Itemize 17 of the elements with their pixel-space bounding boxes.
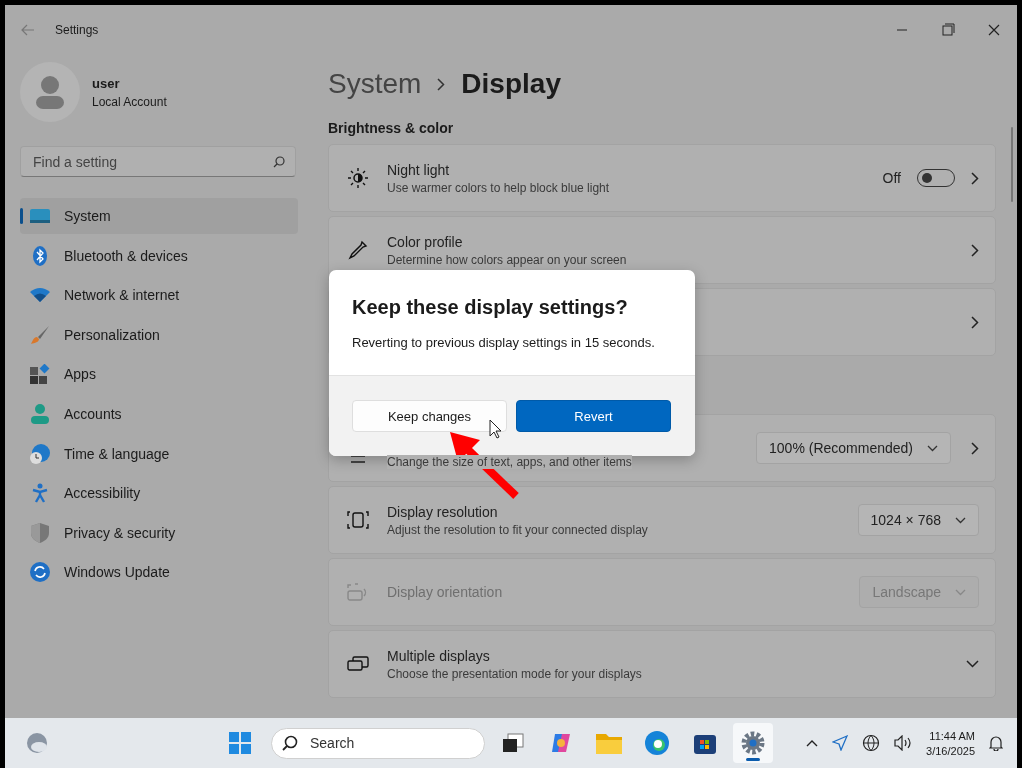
section-heading: Brightness & color <box>328 120 455 138</box>
dialog-message: Reverting to previous display settings in 15 seconds. <box>352 335 656 350</box>
user-name: user <box>92 75 121 91</box>
setting-description: Use warmer colors to help block blue light <box>387 180 611 195</box>
setting-title: Multiple displays <box>387 647 491 664</box>
dialog-title: Keep these display settings? <box>352 296 629 319</box>
window-title: Settings <box>55 23 99 37</box>
toggle-state: Off <box>882 170 901 186</box>
setting-description: Determine how colors appear on your screen <box>387 252 628 267</box>
setting-description: Choose the presentation mode for your displays <box>387 666 643 681</box>
page-title: Display <box>461 68 561 100</box>
setting-title: Night light <box>387 161 451 178</box>
setting-title: Color profile <box>387 233 464 250</box>
setting-title: Display orientation <box>387 584 504 600</box>
setting-description: Adjust the resolution to fit your connected display <box>387 522 649 537</box>
setting-title: Display resolution <box>387 503 499 520</box>
account-type: Local Account <box>92 94 167 109</box>
